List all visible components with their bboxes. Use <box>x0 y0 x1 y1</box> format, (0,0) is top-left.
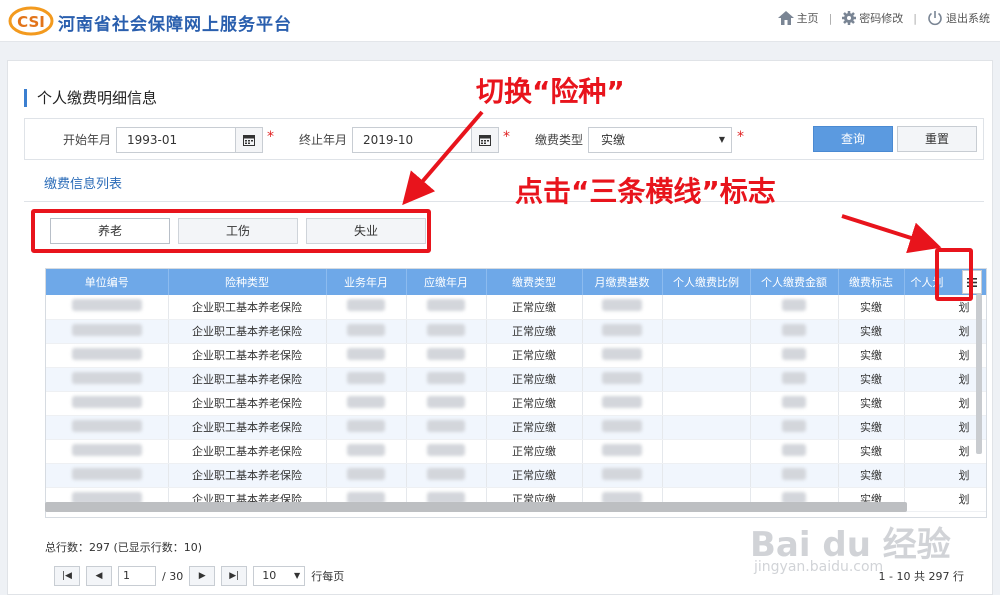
arrow-to-menu <box>841 214 942 254</box>
baidu-watermark: Bai du 经验 jingyan.baidu.com <box>750 507 990 587</box>
watermark-url: jingyan.baidu.com <box>754 559 884 575</box>
arrow-to-tabs <box>402 110 484 206</box>
annotation-arrows <box>402 110 942 254</box>
